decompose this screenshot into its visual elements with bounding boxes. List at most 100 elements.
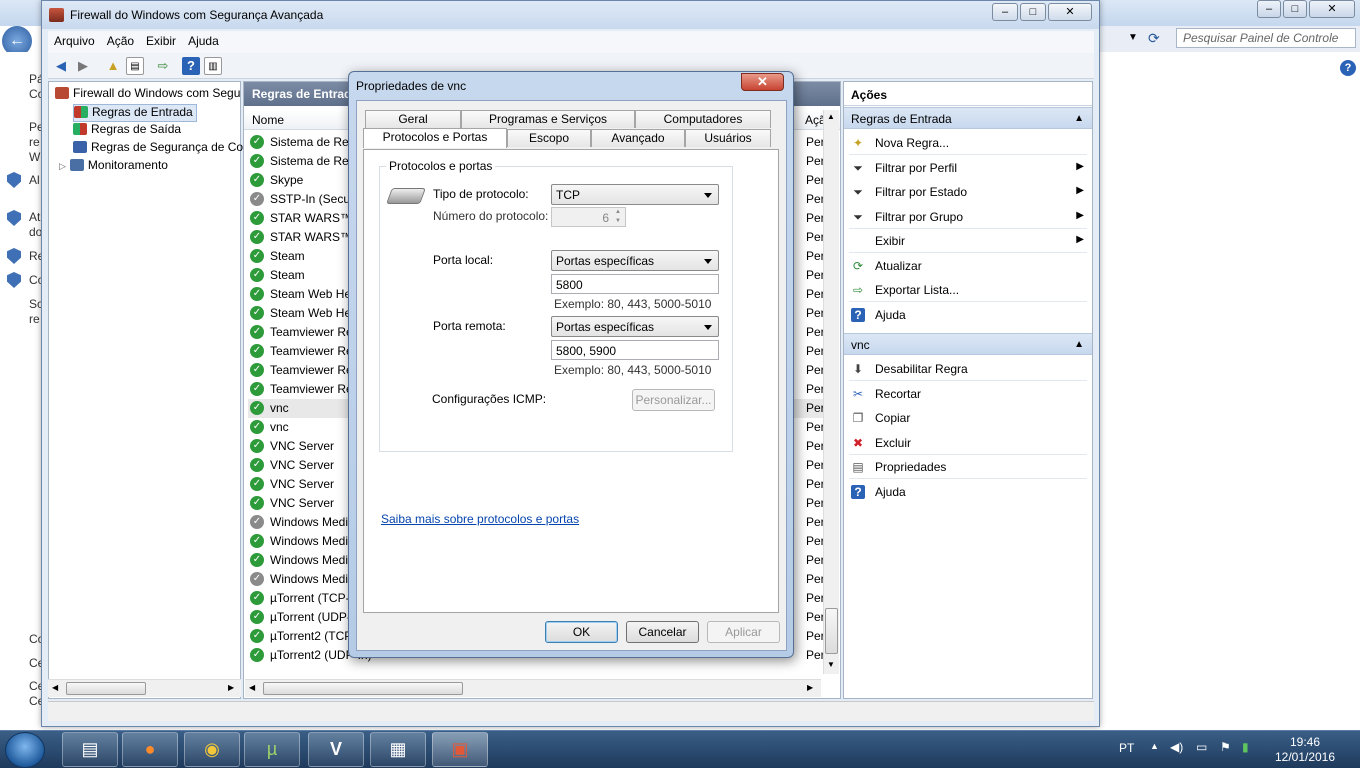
action-item[interactable]: ⇨ Exportar Lista...	[844, 278, 1092, 302]
local-port-select[interactable]: Portas específicas	[551, 250, 719, 271]
export-icon[interactable]: ⇨	[154, 57, 172, 75]
tree-item-monitoring[interactable]: ▷ Monitoramento	[59, 158, 168, 176]
tab-computadores[interactable]: Computadores	[635, 110, 771, 128]
column-header-name[interactable]: Nome	[252, 113, 284, 127]
cp-maximize-button[interactable]: □	[1283, 0, 1307, 18]
spinner-arrows-icon[interactable]: ▲ ▼	[612, 208, 624, 226]
action-item[interactable]: ⏷ Filtrar por Perfil ▶	[844, 156, 1092, 180]
scroll-up-icon[interactable]: ▲	[827, 112, 835, 121]
action-item[interactable]: ✂ Recortar	[844, 382, 1092, 406]
action-center-flag-icon[interactable]: ⚑	[1220, 740, 1231, 754]
menu-arquivo[interactable]: Arquivo	[48, 31, 101, 48]
dialog-close-button[interactable]: ✕	[741, 73, 784, 91]
collapse-icon[interactable]: ▲	[1074, 113, 1084, 124]
rule-name: Steam Web Hel	[270, 287, 354, 301]
rule-action: Per	[806, 268, 825, 282]
actions-section-inbound[interactable]: Regras de Entrada ▲	[844, 107, 1092, 129]
maximize-button[interactable]: □	[1020, 3, 1046, 21]
tree-item-inbound[interactable]: Regras de Entrada	[73, 104, 197, 122]
scroll-down-icon[interactable]: ▼	[827, 660, 835, 669]
customize-icmp-button[interactable]: Personalizar...	[632, 389, 715, 411]
tree-scroll-thumb[interactable]	[66, 682, 146, 695]
cp-search-input[interactable]: Pesquisar Painel de Controle	[1176, 28, 1356, 48]
action-item[interactable]: ⬇ Desabilitar Regra	[844, 357, 1092, 381]
cp-close-button[interactable]: ✕	[1309, 0, 1355, 18]
enabled-check-icon: ✓	[250, 458, 264, 472]
ok-button[interactable]: OK	[545, 621, 618, 643]
show-tree-icon[interactable]: ▤	[126, 57, 144, 75]
back-icon[interactable]: ◀	[52, 57, 70, 75]
action-item[interactable]: ⏷ Filtrar por Estado ▶	[844, 180, 1092, 204]
tree-item-connection-security[interactable]: Regras de Segurança de Cor	[73, 140, 247, 158]
action-label: Excluir	[875, 435, 912, 450]
taskbar-vnc-icon[interactable]: V	[308, 732, 364, 767]
language-indicator[interactable]: PT	[1119, 741, 1134, 755]
remote-port-select[interactable]: Portas específicas	[551, 316, 719, 337]
protocol-type-select[interactable]: TCP	[551, 184, 719, 205]
action-pane-icon[interactable]: ▥	[204, 57, 222, 75]
action-item[interactable]: ⟳ Atualizar	[844, 254, 1092, 278]
action-item[interactable]: ? Ajuda	[844, 303, 1092, 327]
network-icon[interactable]: ▭	[1196, 740, 1207, 754]
menu-ajuda[interactable]: Ajuda	[182, 31, 225, 48]
cp-minimize-button[interactable]: –	[1257, 0, 1281, 18]
remote-port-input[interactable]: 5800, 5900	[551, 340, 719, 360]
tab-escopo[interactable]: Escopo	[507, 129, 591, 147]
list-scroll-thumb[interactable]	[263, 682, 463, 695]
apply-button[interactable]: Aplicar	[707, 621, 780, 643]
tab-geral[interactable]: Geral	[365, 110, 461, 128]
up-folder-icon[interactable]: ▲	[104, 57, 122, 75]
actions-section-vnc[interactable]: vnc ▲	[844, 333, 1092, 355]
cancel-button[interactable]: Cancelar	[626, 621, 699, 643]
taskbar-control-panel-icon[interactable]: ▦	[370, 732, 426, 767]
expand-arrow-icon[interactable]: ▷	[59, 161, 66, 171]
tab-programas-servicos[interactable]: Programas e Serviços	[461, 110, 635, 128]
cp-help-icon[interactable]: ?	[1340, 60, 1356, 76]
scroll-right-icon[interactable]: ▶	[228, 683, 234, 692]
rule-action: Per	[806, 211, 825, 225]
learn-more-link[interactable]: Saiba mais sobre protocolos e portas	[381, 512, 579, 526]
action-item[interactable]: ⏷ Filtrar por Grupo ▶	[844, 205, 1092, 229]
volume-icon[interactable]: ◀)	[1170, 740, 1183, 754]
cp-address-dropdown-icon[interactable]: ▼	[1128, 32, 1138, 43]
scroll-right-icon[interactable]: ▶	[807, 683, 813, 692]
cp-snip: re	[29, 312, 40, 326]
show-hidden-icons-icon[interactable]: ▲	[1150, 741, 1159, 751]
scroll-left-icon[interactable]: ◀	[52, 683, 58, 692]
minimize-button[interactable]: –	[992, 3, 1018, 21]
menu-exibir[interactable]: Exibir	[140, 31, 182, 48]
taskbar-utorrent-icon[interactable]: µ	[244, 732, 300, 767]
list-horizontal-scrollbar[interactable]: ◀ ▶	[245, 679, 821, 697]
start-button[interactable]	[5, 732, 45, 768]
tree-horizontal-scrollbar[interactable]: ◀ ▶	[48, 679, 241, 697]
forward-icon[interactable]: ▶	[74, 57, 92, 75]
collapse-icon[interactable]: ▲	[1074, 339, 1084, 350]
vertical-scroll-thumb[interactable]	[825, 608, 838, 654]
tree-item-root[interactable]: Firewall do Windows com Segu	[55, 86, 240, 104]
taskbar-explorer-icon[interactable]: ▤	[62, 732, 118, 767]
action-item[interactable]: ? Ajuda	[844, 480, 1092, 504]
local-port-input[interactable]: 5800	[551, 274, 719, 294]
rule-name: VNC Server	[270, 458, 335, 472]
close-button[interactable]: ✕	[1048, 3, 1092, 21]
action-item[interactable]: ❐ Copiar	[844, 406, 1092, 430]
tray-app-icon[interactable]: ▮	[1242, 740, 1249, 754]
vertical-scrollbar[interactable]: ▲ ▼	[823, 110, 839, 674]
tab-protocolos-portas[interactable]: Protocolos e Portas	[363, 128, 507, 148]
action-item[interactable]: Exibir ▶	[844, 229, 1092, 253]
taskbar-firewall-icon[interactable]: ▣	[432, 732, 488, 767]
help-icon[interactable]: ?	[182, 57, 200, 75]
taskbar-firefox-icon[interactable]: ●	[122, 732, 178, 767]
tab-avancado[interactable]: Avançado	[591, 129, 685, 147]
action-item[interactable]: ▤ Propriedades	[844, 455, 1092, 479]
cp-refresh-icon[interactable]: ⟳	[1148, 30, 1160, 47]
clock[interactable]: 19:46 12/01/2016	[1270, 735, 1340, 765]
tree-item-outbound[interactable]: Regras de Saída	[73, 122, 181, 140]
tab-usuarios[interactable]: Usuários	[685, 129, 771, 147]
taskbar-chrome-icon[interactable]: ◉	[184, 732, 240, 767]
menu-acao[interactable]: Ação	[101, 31, 140, 48]
rule-action: Per	[806, 401, 825, 415]
action-item[interactable]: ✖ Excluir	[844, 431, 1092, 455]
action-item[interactable]: ✦ Nova Regra...	[844, 131, 1092, 155]
scroll-left-icon[interactable]: ◀	[249, 683, 255, 692]
